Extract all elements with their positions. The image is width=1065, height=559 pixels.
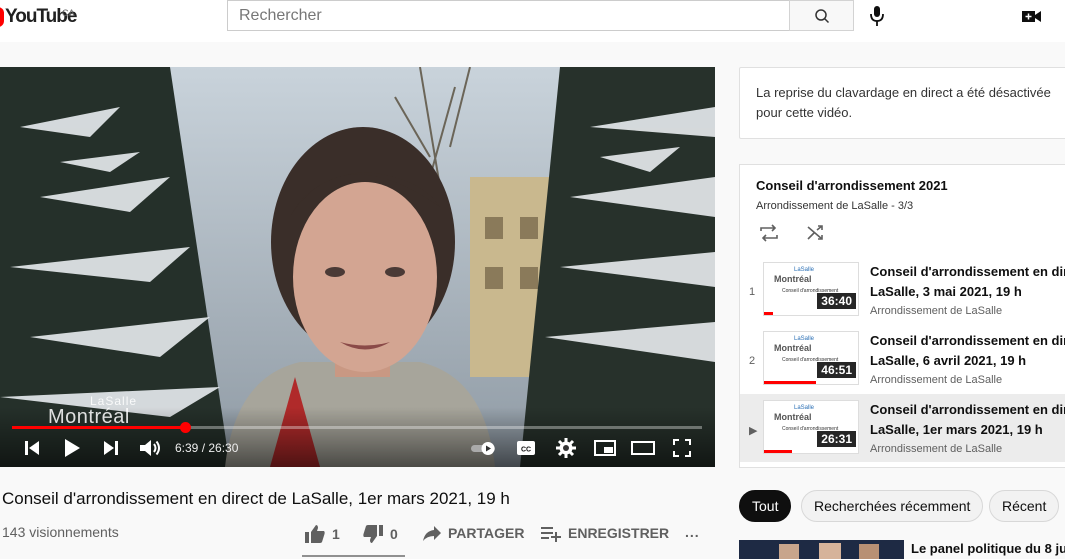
- watch-progress-bar: [764, 450, 793, 453]
- playlist-item-duration: 46:51: [817, 362, 856, 378]
- thumbnail-city: Montréal: [774, 343, 812, 353]
- playlist-item-duration: 26:31: [817, 431, 856, 447]
- youtube-play-icon: [0, 7, 4, 27]
- watch-progress-bar: [764, 312, 774, 315]
- playlist-item-index: 2: [749, 355, 756, 367]
- chat-message: La reprise du clavardage en direct a été…: [756, 85, 1051, 120]
- playlist-panel: Conseil d'arrondissement 2021 Arrondisse…: [739, 164, 1065, 468]
- view-count: 143 visionnements: [2, 524, 119, 540]
- thumbs-up-icon: [305, 525, 325, 543]
- playlist-item-channel: Arrondissement de LaSalle: [870, 305, 1003, 317]
- thumbnail-city: Montréal: [774, 274, 812, 284]
- more-actions-button[interactable]: ...: [685, 524, 700, 540]
- play-icon[interactable]: [58, 436, 86, 460]
- like-count: 1: [332, 526, 340, 542]
- search-button[interactable]: [789, 0, 854, 31]
- shuffle-icon[interactable]: [806, 223, 828, 243]
- playlist-item[interactable]: 2 LaSalle Montréal Conseil d'arrondissement…: [740, 325, 1065, 393]
- playlist-item-index: ▶: [749, 425, 758, 437]
- time-display: 6:39 / 26:30: [175, 441, 239, 455]
- svg-text:CC: CC: [521, 447, 531, 454]
- microphone-icon[interactable]: [864, 3, 890, 29]
- miniplayer-icon[interactable]: [592, 436, 618, 460]
- chip-recent-searches[interactable]: Recherchées récemment: [801, 490, 984, 522]
- recommendation-thumbnail[interactable]: [739, 540, 904, 559]
- create-video-icon[interactable]: [1021, 7, 1043, 25]
- playlist-item-index: 1: [749, 286, 756, 298]
- subtitles-icon[interactable]: CC: [514, 436, 538, 460]
- thumbnail-org: LaSalle: [794, 336, 815, 342]
- dislike-button[interactable]: 0: [362, 524, 398, 544]
- playlist-item-channel: Arrondissement de LaSalle: [870, 374, 1003, 386]
- thumbnail-org: LaSalle: [794, 267, 815, 273]
- share-button[interactable]: PARTAGER: [422, 524, 524, 542]
- search-input[interactable]: Rechercher: [227, 0, 790, 31]
- search-icon: [815, 9, 830, 24]
- dislike-count: 0: [390, 526, 398, 542]
- share-icon: [423, 526, 441, 541]
- save-button[interactable]: ENREGISTRER: [540, 524, 669, 542]
- lasalle-watermark: LaSalle Montréal: [48, 394, 138, 428]
- masthead: YouTube CA Rechercher: [0, 0, 1065, 42]
- playlist-add-icon: [541, 527, 561, 542]
- watch-progress-bar: [764, 381, 816, 384]
- progress-played: [12, 426, 186, 429]
- autoplay-toggle-icon[interactable]: [469, 436, 499, 460]
- playlist-item-title[interactable]: Conseil d'arrondissement en direct deLaS…: [870, 400, 1065, 440]
- playlist-item-thumbnail[interactable]: LaSalle Montréal Conseil d'arrondissement 3…: [763, 262, 859, 316]
- region-code: CA: [62, 8, 75, 18]
- chat-replay-notice: La reprise du clavardage en direct a été…: [739, 67, 1065, 139]
- playlist-item-channel: Arrondissement de LaSalle: [870, 443, 1003, 455]
- playlist-item[interactable]: 1 LaSalle Montréal Conseil d'arrondissement…: [740, 256, 1065, 324]
- thumbs-down-icon: [363, 525, 383, 543]
- video-title: Conseil d'arrondissement en direct de La…: [2, 489, 510, 508]
- volume-icon[interactable]: [137, 436, 163, 460]
- next-icon[interactable]: [99, 436, 123, 460]
- loop-icon[interactable]: [758, 223, 780, 243]
- playlist-item-thumbnail[interactable]: LaSalle Montréal Conseil d'arrondissement 2…: [763, 400, 859, 454]
- previous-icon[interactable]: [20, 436, 44, 460]
- thumbnail-org: LaSalle: [794, 405, 815, 411]
- youtube-logo[interactable]: YouTube CA: [0, 6, 77, 28]
- video-player[interactable]: LaSalle Montréal 6:39 / 26:30 CC: [0, 67, 715, 467]
- like-ratio-bar: [302, 555, 405, 557]
- chip-recent[interactable]: Récent: [989, 490, 1060, 522]
- recommendation-title[interactable]: Le panel politique du 8 juin: [911, 541, 1065, 556]
- playlist-title[interactable]: Conseil d'arrondissement 2021: [756, 178, 948, 193]
- progress-bar[interactable]: [12, 422, 702, 433]
- settings-gear-icon[interactable]: [554, 436, 578, 460]
- chip-all[interactable]: Tout: [739, 490, 792, 522]
- playlist-item-duration: 36:40: [817, 293, 856, 309]
- recommendation-image: [739, 540, 904, 559]
- playlist-subtitle: Arrondissement de LaSalle - 3/3: [756, 200, 914, 212]
- like-button[interactable]: 1: [304, 524, 340, 544]
- thumbnail-city: Montréal: [774, 412, 812, 422]
- playlist-item-thumbnail[interactable]: LaSalle Montréal Conseil d'arrondissement 4…: [763, 331, 859, 385]
- theater-mode-icon[interactable]: [630, 436, 656, 460]
- playlist-item-title[interactable]: Conseil d'arrondissement en direct deLaS…: [870, 331, 1065, 371]
- playlist-item[interactable]: ▶ LaSalle Montréal Conseil d'arrondissement…: [740, 394, 1065, 462]
- fullscreen-icon[interactable]: [670, 436, 694, 460]
- playlist-item-title[interactable]: Conseil d'arrondissement en direct deLaS…: [870, 262, 1065, 302]
